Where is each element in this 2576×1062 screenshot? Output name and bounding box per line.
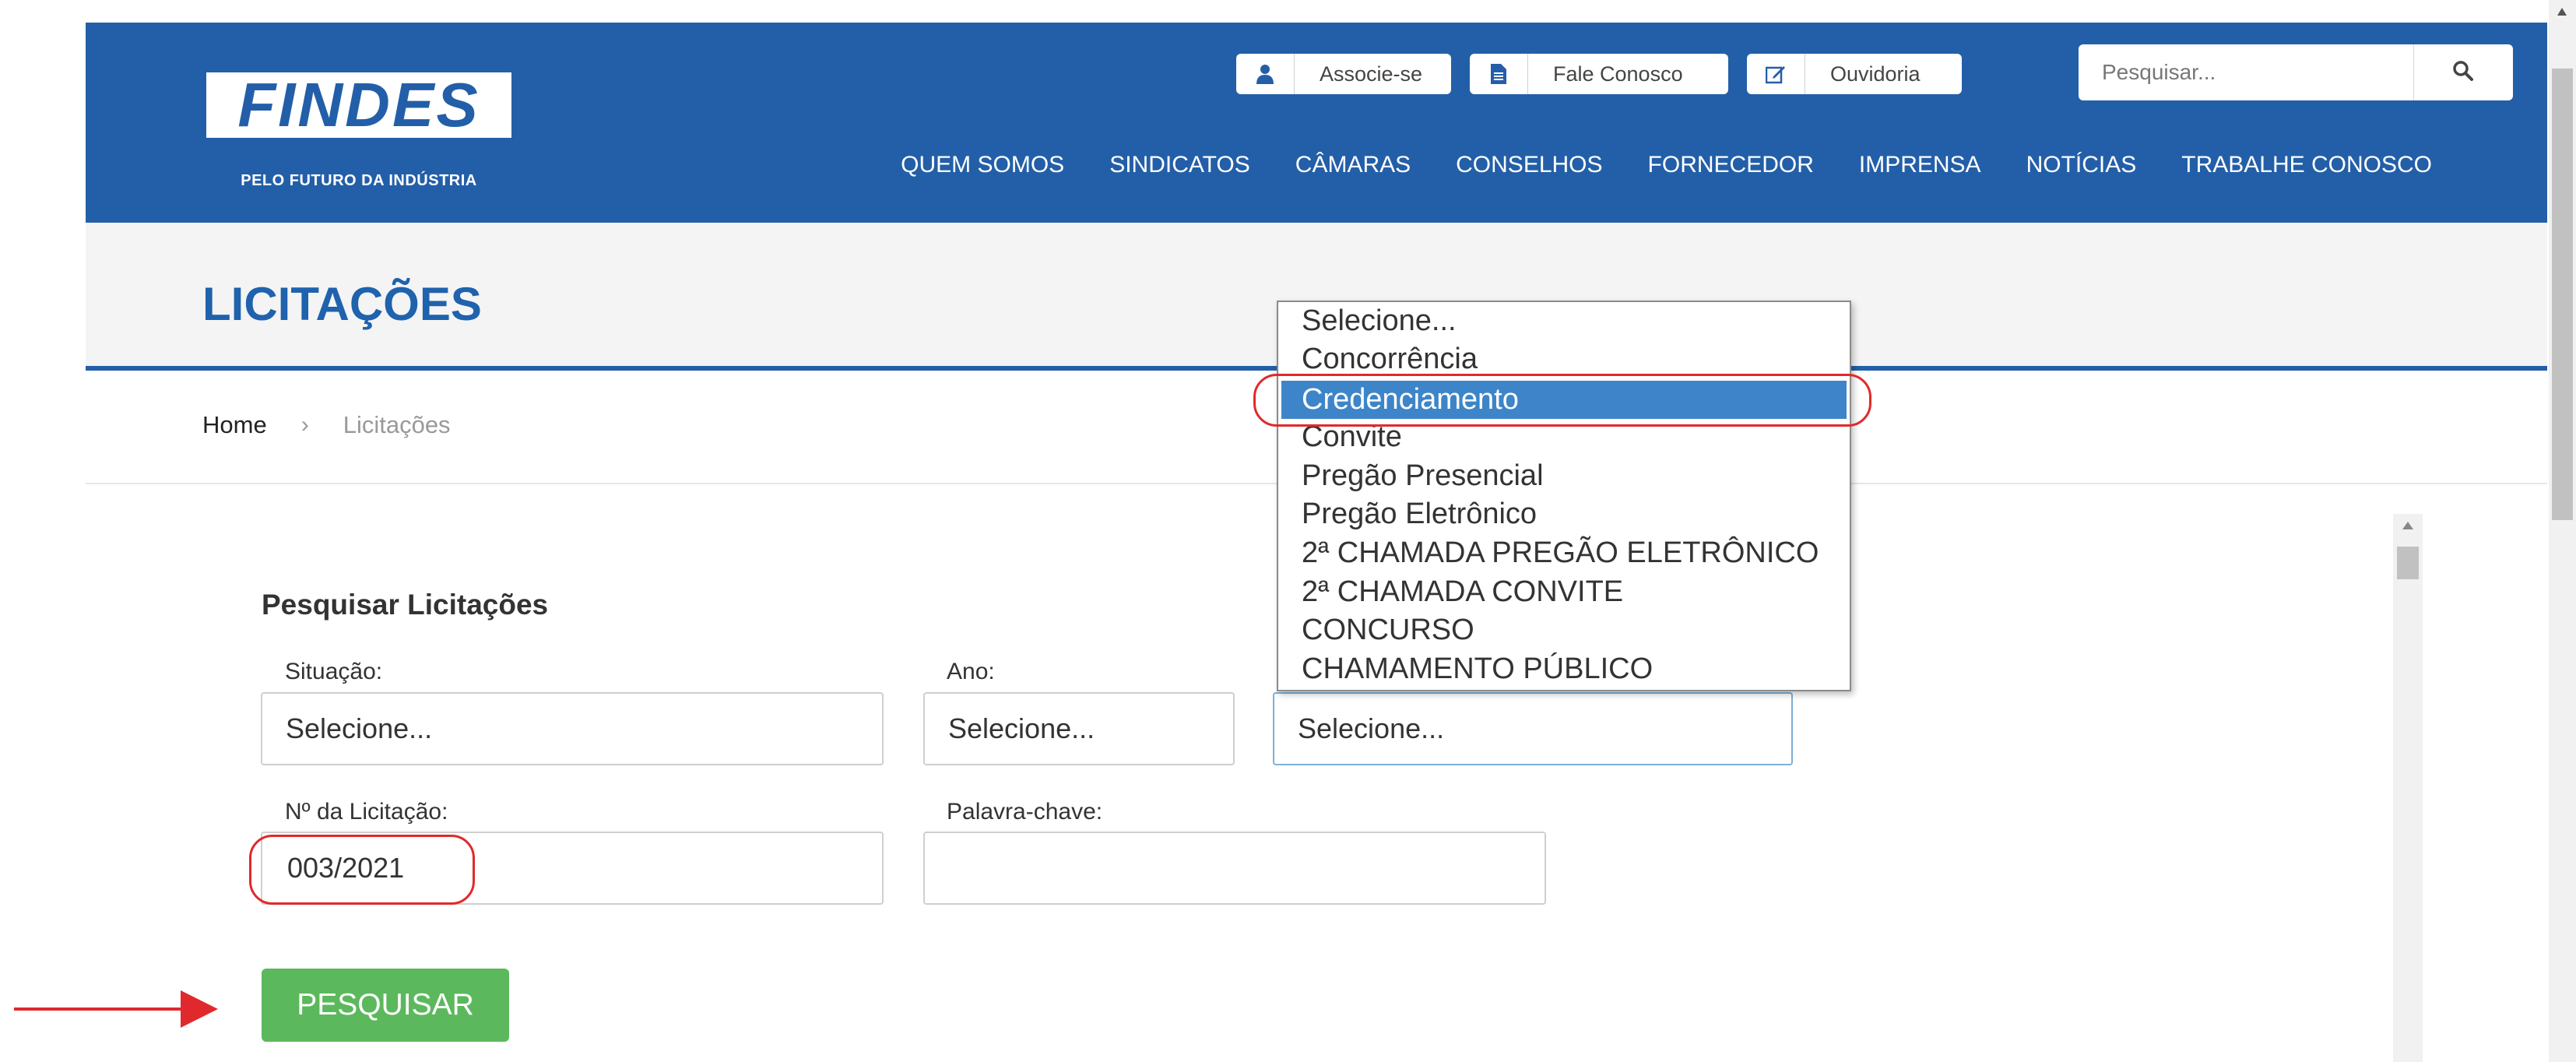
ouvidoria-button[interactable]: Ouvidoria <box>1747 54 1962 94</box>
modalidade-value: Selecione... <box>1298 712 1445 744</box>
breadcrumb-home[interactable]: Home <box>202 411 267 439</box>
situacao-value: Selecione... <box>286 712 433 744</box>
nav-fornecedor[interactable]: FORNECEDOR <box>1648 152 1814 178</box>
fale-conosco-button[interactable]: Fale Conosco <box>1470 54 1728 94</box>
ano-label: Ano: <box>947 659 995 684</box>
search-button[interactable] <box>2413 44 2512 100</box>
fale-conosco-label: Fale Conosco <box>1553 62 1683 86</box>
numero-label: Nº da Licitação: <box>285 799 448 825</box>
modalidade-dropdown-list: Selecione... Concorrência Credenciamento… <box>1277 301 1851 691</box>
breadcrumb: Home › Licitações <box>202 411 451 439</box>
pesquisar-button[interactable]: PESQUISAR <box>262 969 509 1042</box>
inner-scrollbar[interactable] <box>2393 514 2423 1062</box>
annotation-circle-numero <box>249 835 475 905</box>
logo-tagline: PELO FUTURO DA INDÚSTRIA <box>241 172 477 189</box>
nav-sindicatos[interactable]: SINDICATOS <box>1109 152 1250 178</box>
inner-scrollbar-thumb[interactable] <box>2397 547 2419 579</box>
ouvidoria-label: Ouvidoria <box>1830 62 1921 86</box>
search-input[interactable] <box>2079 44 2413 100</box>
search-icon <box>2452 60 2474 86</box>
modalidade-select[interactable]: Selecione... <box>1273 692 1793 765</box>
ano-value: Selecione... <box>948 712 1095 744</box>
situacao-label: Situação: <box>285 659 383 684</box>
document-icon <box>1470 54 1528 94</box>
dropdown-option[interactable]: CONCURSO <box>1278 611 1850 649</box>
main-nav: QUEM SOMOS SINDICATOS CÂMARAS CONSELHOS … <box>901 152 2432 178</box>
nav-quem-somos[interactable]: QUEM SOMOS <box>901 152 1064 178</box>
breadcrumb-current: Licitações <box>343 411 451 438</box>
dropdown-option[interactable]: Concorrência <box>1278 340 1850 378</box>
dropdown-option[interactable]: Pregão Eletrônico <box>1278 495 1850 533</box>
dropdown-option[interactable]: 2ª CHAMADA PREGÃO ELETRÔNICO <box>1278 534 1850 572</box>
page-scrollbar[interactable] <box>2549 0 2576 1062</box>
dropdown-option[interactable]: Pregão Presencial <box>1278 457 1850 495</box>
logo-wordmark: FINDES <box>206 70 511 139</box>
dropdown-option[interactable]: 2ª CHAMADA CONVITE <box>1278 573 1850 611</box>
palavra-chave-input[interactable] <box>948 851 1545 885</box>
edit-icon <box>1747 54 1805 94</box>
palavra-chave-field[interactable] <box>923 832 1546 905</box>
breadcrumb-separator: › <box>300 412 309 438</box>
site-header: FINDES PELO FUTURO DA INDÚSTRIA Associe-… <box>86 23 2547 223</box>
palavra-chave-label: Palavra-chave: <box>947 799 1103 825</box>
page-title: LICITAÇÕES <box>202 278 482 330</box>
nav-camaras[interactable]: CÂMARAS <box>1295 152 1411 178</box>
annotation-arrow-icon <box>14 990 218 1028</box>
associe-se-label: Associe-se <box>1320 62 1423 86</box>
nav-noticias[interactable]: NOTÍCIAS <box>2026 152 2137 178</box>
logo-text: FINDES <box>237 70 480 139</box>
dropdown-option[interactable]: CHAMAMENTO PÚBLICO <box>1278 650 1850 688</box>
associe-se-button[interactable]: Associe-se <box>1236 54 1451 94</box>
nav-conselhos[interactable]: CONSELHOS <box>1456 152 1602 178</box>
situacao-select[interactable]: Selecione... <box>261 692 884 765</box>
form-title: Pesquisar Licitações <box>262 589 549 621</box>
annotation-circle-credenciamento <box>1253 374 1871 427</box>
header-search <box>2079 44 2513 100</box>
scroll-up-arrow-icon[interactable] <box>2393 514 2423 537</box>
nav-imprensa[interactable]: IMPRENSA <box>1859 152 1981 178</box>
page-scrollbar-thumb[interactable] <box>2552 69 2573 520</box>
nav-trabalhe-conosco[interactable]: TRABALHE CONOSCO <box>2181 152 2432 178</box>
dropdown-option[interactable]: Selecione... <box>1278 302 1850 340</box>
page-scroll-up-arrow-icon[interactable] <box>2549 0 2576 23</box>
user-icon <box>1236 54 1295 94</box>
top-buttons: Associe-se Fale Conosco Ouvidoria <box>1236 54 1962 94</box>
ano-select[interactable]: Selecione... <box>923 692 1235 765</box>
